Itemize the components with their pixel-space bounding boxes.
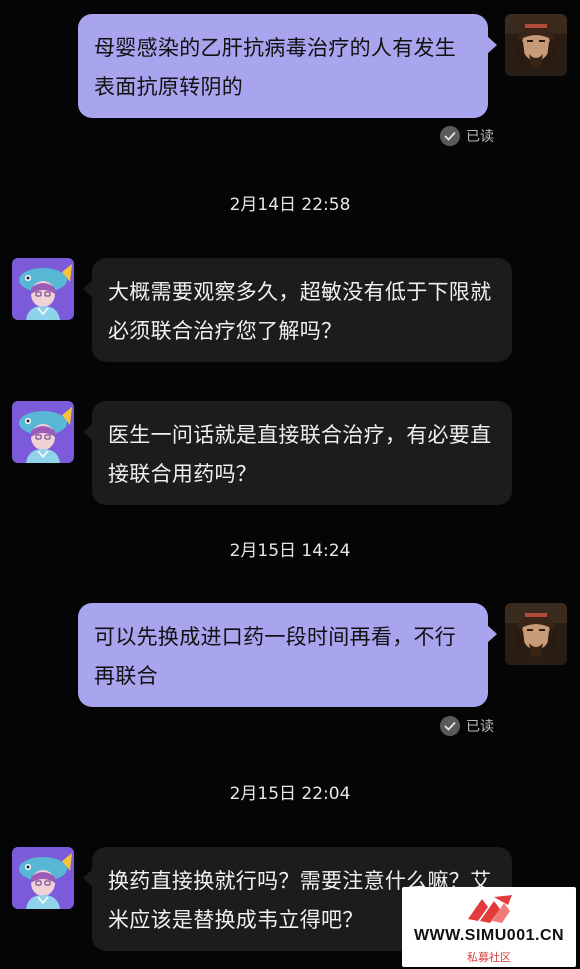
my-avatar[interactable]	[505, 14, 567, 76]
timestamp: 2月15日 22:04	[229, 784, 351, 804]
read-receipt: 已读	[440, 126, 494, 146]
contact-avatar[interactable]	[12, 401, 74, 463]
read-receipt: 已读	[440, 716, 494, 736]
read-label: 已读	[466, 719, 494, 735]
message-text: 大概需要观察多久，超敏没有低于下限就必须联合治疗您了解吗？	[108, 280, 492, 343]
my-avatar[interactable]	[505, 603, 567, 665]
outgoing-message-bubble[interactable]: 母婴感染的乙肝抗病毒治疗的人有发生表面抗原转阴的	[78, 14, 497, 118]
watermark: WWW.SIMU001.CN 私募社区	[402, 887, 576, 967]
message-text: 可以先换成进口药一段时间再看，不行再联合	[94, 625, 457, 688]
read-label: 已读	[466, 129, 494, 145]
timestamp: 2月15日 14:24	[229, 541, 351, 561]
check-icon	[440, 716, 460, 736]
incoming-message-bubble[interactable]: 大概需要观察多久，超敏没有低于下限就必须联合治疗您了解吗？	[83, 258, 512, 362]
watermark-site: WWW.SIMU001.CN	[413, 927, 565, 944]
timestamp: 2月14日 22:58	[229, 195, 351, 215]
watermark-subtitle: 私募社区	[467, 951, 511, 964]
message-text: 母婴感染的乙肝抗病毒治疗的人有发生表面抗原转阴的	[94, 36, 457, 99]
check-icon	[440, 126, 460, 146]
outgoing-message-bubble[interactable]: 可以先换成进口药一段时间再看，不行再联合	[78, 603, 497, 707]
contact-avatar[interactable]	[12, 847, 74, 909]
contact-avatar[interactable]	[12, 258, 74, 320]
incoming-message-bubble[interactable]: 医生一问话就是直接联合治疗，有必要直接联合用药吗？	[83, 401, 512, 505]
message-text: 医生一问话就是直接联合治疗，有必要直接联合用药吗？	[108, 423, 492, 486]
watermark-logo-icon	[468, 895, 512, 923]
